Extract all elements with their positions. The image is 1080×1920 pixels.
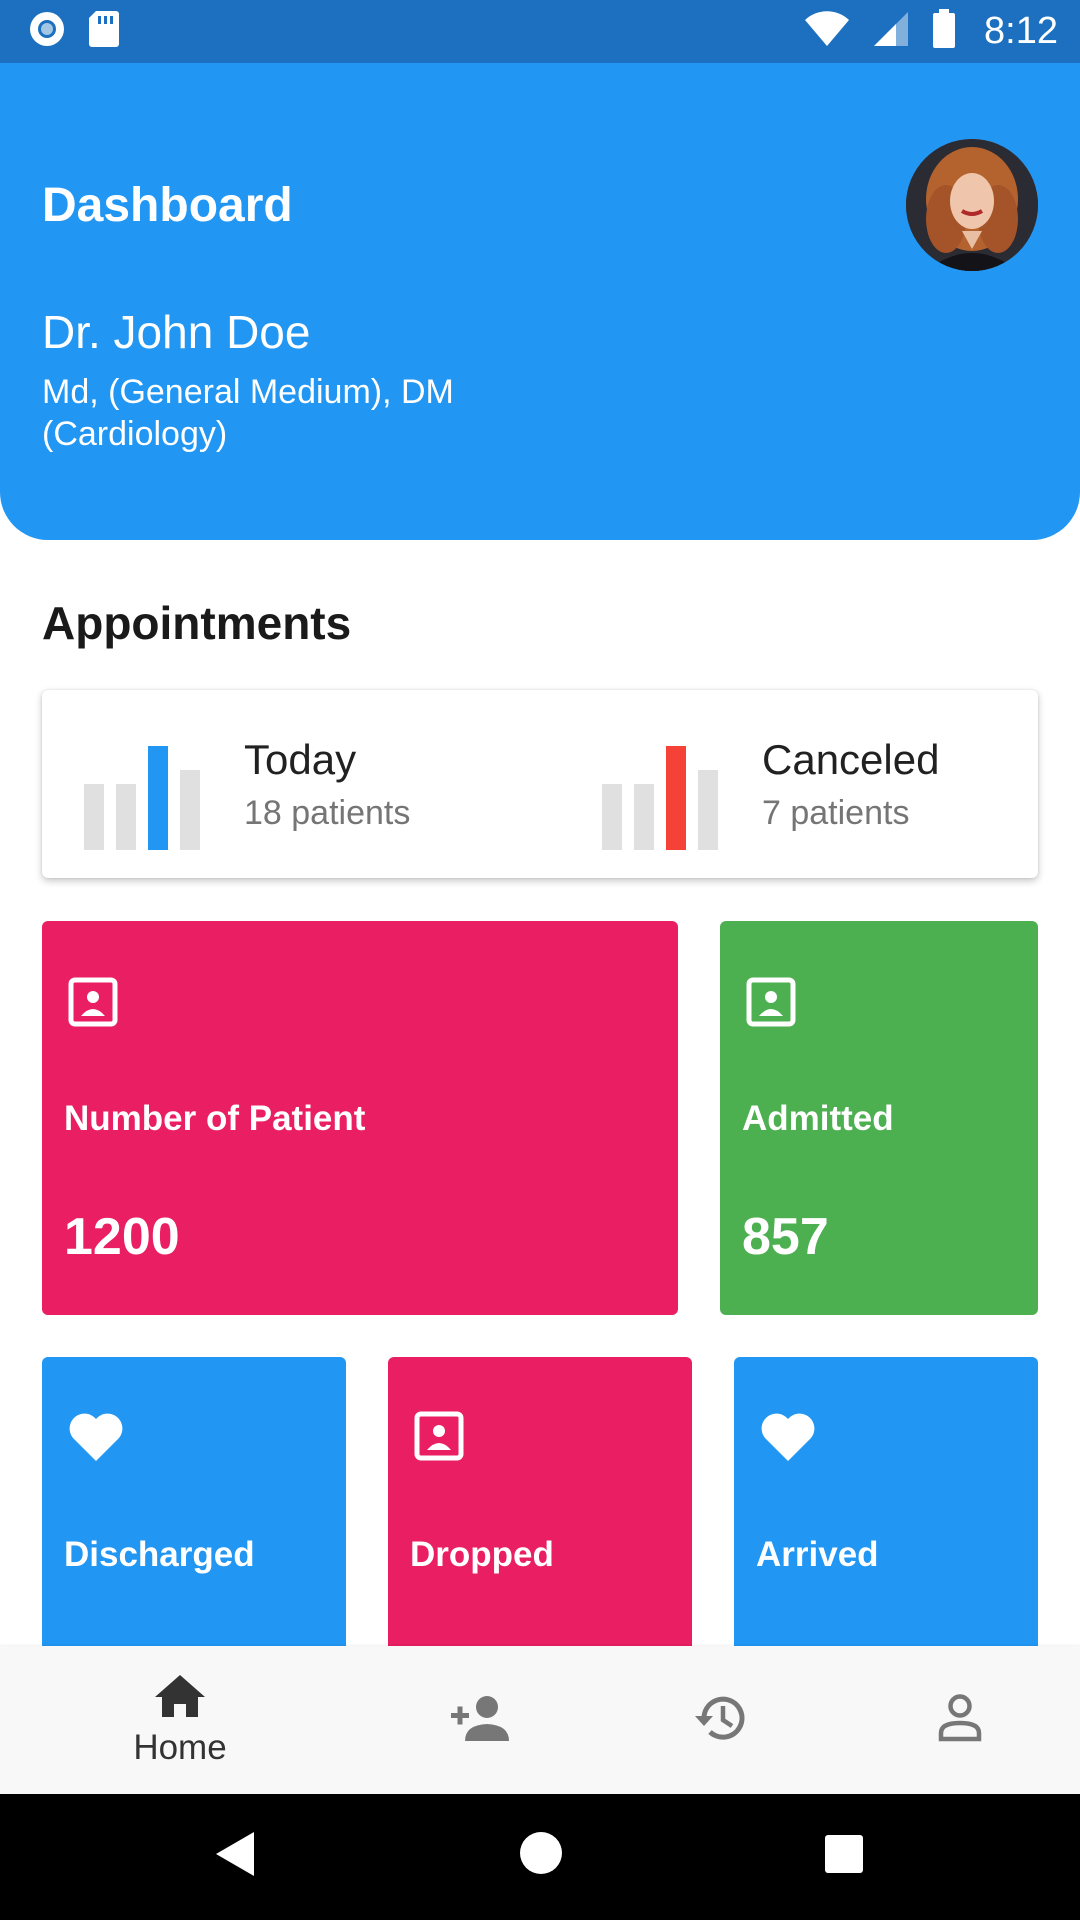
wifi-icon [804, 11, 850, 52]
tile-label: Dropped [410, 1535, 554, 1574]
nav-profile[interactable] [840, 1646, 1080, 1794]
appointments-title: Appointments [42, 597, 352, 649]
appointment-count: 18 patients [244, 794, 411, 832]
record-icon [28, 10, 66, 53]
heart-icon [760, 1411, 816, 1468]
arrived-tile[interactable]: Arrived [734, 1357, 1038, 1657]
dashboard-header: Dashboard Dr. John Doe Md, (General Medi… [0, 63, 1080, 540]
tile-label: Number of Patient [64, 1099, 366, 1138]
discharged-tile[interactable]: Discharged [42, 1357, 346, 1657]
doctor-credentials: Md, (General Medium), DM (Cardiology) [42, 373, 454, 453]
back-icon[interactable] [214, 1830, 256, 1883]
status-bar: 8:12 [0, 0, 1080, 63]
bar-chart-icon [602, 746, 718, 850]
bottom-navigation: Home [0, 1646, 1080, 1794]
appointment-canceled[interactable]: Canceled 7 patients [560, 690, 1038, 878]
nav-home[interactable]: Home [60, 1646, 300, 1794]
dropped-tile[interactable]: Dropped [388, 1357, 692, 1657]
status-time: 8:12 [984, 10, 1058, 52]
appointments-card: Today 18 patients Canceled 7 patients [42, 690, 1038, 878]
appointment-today[interactable]: Today 18 patients [42, 690, 562, 878]
tile-label: Discharged [64, 1535, 255, 1574]
contact-card-icon [68, 977, 118, 1032]
home-circle-icon[interactable] [518, 1830, 564, 1881]
tile-label: Arrived [756, 1535, 879, 1574]
doctor-name: Dr. John Doe [42, 306, 311, 358]
admitted-tile[interactable]: Admitted 857 [720, 921, 1038, 1315]
bar-chart-icon [84, 746, 200, 850]
person-add-icon [449, 1693, 511, 1748]
home-icon [153, 1673, 207, 1724]
nav-add-patient[interactable] [360, 1646, 600, 1794]
nav-label: Home [133, 1727, 227, 1767]
appointment-label: Canceled [762, 736, 940, 783]
page-title: Dashboard [42, 179, 293, 232]
sd-card-icon [88, 10, 120, 53]
appointment-label: Today [244, 736, 357, 783]
appointment-count: 7 patients [762, 794, 910, 832]
recents-icon[interactable] [824, 1834, 864, 1879]
tile-value: 857 [742, 1208, 829, 1266]
avatar[interactable] [906, 139, 1038, 271]
tile-value: 1200 [64, 1208, 180, 1266]
history-icon [692, 1692, 748, 1749]
nav-history[interactable] [600, 1646, 840, 1794]
cell-signal-icon [872, 10, 910, 53]
heart-icon [68, 1411, 124, 1468]
battery-icon [932, 9, 956, 54]
tile-label: Admitted [742, 1099, 894, 1138]
system-navigation-bar [0, 1794, 1080, 1920]
patients-tile[interactable]: Number of Patient 1200 [42, 921, 678, 1315]
person-icon [937, 1693, 983, 1748]
contact-card-icon [414, 1411, 464, 1466]
contact-card-icon [746, 977, 796, 1032]
